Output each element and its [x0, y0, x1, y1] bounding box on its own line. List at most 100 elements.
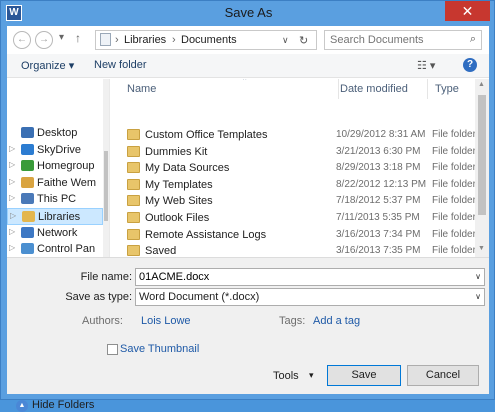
folder-icon — [21, 226, 34, 238]
file-name-input[interactable] — [136, 269, 484, 285]
file-row[interactable]: Custom Office Templates 10/29/2012 8:31 A… — [111, 127, 489, 144]
tree-item-label: SkyDrive — [37, 143, 82, 156]
file-row[interactable]: My Web Sites 7/18/2012 5:37 PM File folder — [111, 193, 489, 210]
close-button[interactable]: ✕ — [445, 1, 490, 21]
authors-label: Authors: — [82, 315, 123, 327]
expand-arrow-icon[interactable]: ▷ — [9, 227, 15, 236]
organize-button[interactable]: Organize ▾ — [21, 59, 74, 72]
tools-dropdown-icon[interactable]: ▾ — [309, 370, 314, 381]
file-date: 3/16/2013 7:34 PM — [336, 228, 421, 240]
tree-item-label: Homegroup — [37, 160, 95, 173]
expand-arrow-icon[interactable]: ▷ — [9, 177, 15, 186]
search-box[interactable]: ⌕ — [324, 30, 482, 50]
file-name: Custom Office Templates — [145, 129, 268, 141]
dialog-body: ← → ▾ ↑ › Libraries › Documents ∨ ↻ ⌕ Or… — [7, 26, 489, 412]
search-icon[interactable]: ⌕ — [470, 33, 476, 46]
expand-arrow-icon[interactable]: ▷ — [9, 193, 15, 202]
cancel-button[interactable]: Cancel — [407, 365, 479, 386]
folder-icon — [22, 211, 35, 222]
file-type: File folder — [432, 129, 476, 140]
file-type: File folder — [432, 162, 476, 174]
file-row[interactable]: Saved 3/16/2013 7:35 PM File folder — [111, 243, 489, 257]
up-button[interactable]: ↑ — [75, 31, 81, 45]
file-type: File folder — [432, 228, 476, 240]
expand-arrow-icon[interactable]: ▷ — [9, 243, 15, 252]
chevron-down-icon[interactable]: ∨ — [475, 272, 481, 281]
dialog-title: Save As — [224, 5, 273, 20]
new-folder-button[interactable]: New folder — [94, 59, 147, 71]
tree-item-desktop[interactable]: Desktop — [7, 125, 103, 142]
file-type: File folder — [432, 178, 476, 190]
column-header-label: Name — [127, 83, 157, 95]
save-thumbnail-label[interactable]: Save Thumbnail — [120, 343, 199, 355]
save-button[interactable]: Save — [327, 365, 401, 386]
file-date: 3/21/2013 6:30 PM — [336, 145, 421, 157]
hide-folders-button[interactable]: Hide Folders — [32, 399, 94, 411]
authors-value[interactable]: Lois Lowe — [141, 315, 191, 327]
column-header-date[interactable]: Date modified — [336, 79, 428, 99]
forward-button[interactable]: → — [35, 31, 53, 49]
file-name: Dummies Kit — [145, 145, 208, 158]
refresh-icon[interactable]: ↻ — [299, 34, 308, 47]
tree-item-control-pan[interactable]: ▷ Control Pan — [7, 241, 103, 257]
file-name-combobox[interactable]: ∨ — [135, 268, 485, 286]
navigation-bar: ← → ▾ ↑ › Libraries › Documents ∨ ↻ ⌕ — [7, 26, 489, 54]
breadcrumb-documents[interactable]: Documents — [181, 34, 237, 46]
file-date: 8/29/2013 3:18 PM — [336, 162, 421, 174]
expand-arrow-icon[interactable]: ▷ — [9, 160, 15, 169]
tree-item-network[interactable]: ▷ Network — [7, 225, 103, 242]
file-type: File folder — [432, 212, 476, 223]
tree-item-skydrive[interactable]: ▷ SkyDrive — [7, 142, 103, 159]
file-row[interactable]: Dummies Kit 3/21/2013 6:30 PM File folder — [111, 144, 489, 161]
tree-item-homegroup[interactable]: ▷ Homegroup — [7, 158, 103, 175]
tree-item-this-pc[interactable]: ▷ This PC — [7, 191, 103, 208]
recent-locations-button[interactable]: ▾ — [59, 32, 64, 43]
breadcrumb-libraries[interactable]: Libraries — [124, 34, 166, 46]
tree-item-label: Control Pan — [37, 243, 96, 256]
folder-icon — [127, 129, 140, 140]
scrollbar-thumb[interactable] — [478, 95, 486, 215]
save-as-type-select[interactable]: Word Document (*.docx) ∨ — [135, 288, 485, 306]
file-list-scrollbar[interactable]: ▲ ▼ — [475, 79, 489, 257]
library-icon — [100, 33, 111, 46]
folder-icon — [21, 193, 34, 205]
file-name: Saved — [145, 245, 177, 257]
back-button[interactable]: ← — [13, 31, 31, 49]
command-bar: Organize ▾ New folder ☷ ▾ ? — [7, 54, 489, 78]
title-bar[interactable]: W Save As ✕ — [1, 1, 495, 26]
file-row[interactable]: Remote Assistance Logs 3/16/2013 7:34 PM F… — [111, 227, 489, 244]
scroll-up-icon[interactable]: ▲ — [478, 81, 485, 88]
column-header-type[interactable]: Type — [432, 79, 477, 99]
change-view-icon[interactable]: ☷ ▾ — [417, 59, 435, 72]
address-dropdown-icon[interactable]: ∨ — [282, 35, 289, 46]
search-input[interactable] — [325, 31, 455, 49]
file-name: Remote Assistance Logs — [145, 228, 267, 241]
tree-item-label: Desktop — [37, 127, 78, 139]
expand-arrow-icon[interactable]: ▷ — [9, 144, 15, 153]
save-as-type-value: Word Document (*.docx) — [139, 291, 260, 303]
chevron-down-icon[interactable]: ∨ — [475, 292, 481, 301]
folder-icon — [127, 162, 140, 174]
scroll-down-icon[interactable]: ▼ — [478, 245, 485, 252]
save-thumbnail-checkbox[interactable] — [107, 344, 118, 355]
scrollbar-thumb[interactable] — [104, 151, 108, 221]
file-row[interactable]: My Templates 8/22/2012 12:13 PM File folde… — [111, 177, 489, 194]
folder-icon — [127, 228, 140, 240]
collapse-icon[interactable]: ▲ — [16, 400, 28, 412]
folder-icon — [21, 160, 34, 172]
address-bar[interactable]: › Libraries › Documents ∨ ↻ — [95, 30, 317, 50]
tree-item-faithe-wem[interactable]: ▷ Faithe Wem — [7, 175, 103, 192]
file-row[interactable]: Outlook Files 7/11/2013 5:35 PM File folde… — [111, 210, 489, 227]
file-type: File folder — [432, 245, 476, 257]
expand-arrow-icon[interactable]: ▷ — [10, 211, 16, 220]
folder-icon — [127, 245, 140, 257]
tags-value[interactable]: Add a tag — [313, 315, 360, 327]
folder-icon — [21, 176, 34, 188]
tools-button[interactable]: Tools — [273, 370, 299, 382]
save-as-dialog: W Save As ✕ ← → ▾ ↑ › Libraries › Docume… — [0, 0, 495, 412]
help-icon[interactable]: ? — [463, 58, 477, 72]
file-date: 7/18/2012 5:37 PM — [336, 195, 421, 207]
column-header-name[interactable]: ^ Name — [127, 79, 339, 99]
tree-item-libraries[interactable]: ▷ Libraries — [7, 208, 103, 225]
file-row[interactable]: My Data Sources 8/29/2013 3:18 PM File fol… — [111, 160, 489, 177]
